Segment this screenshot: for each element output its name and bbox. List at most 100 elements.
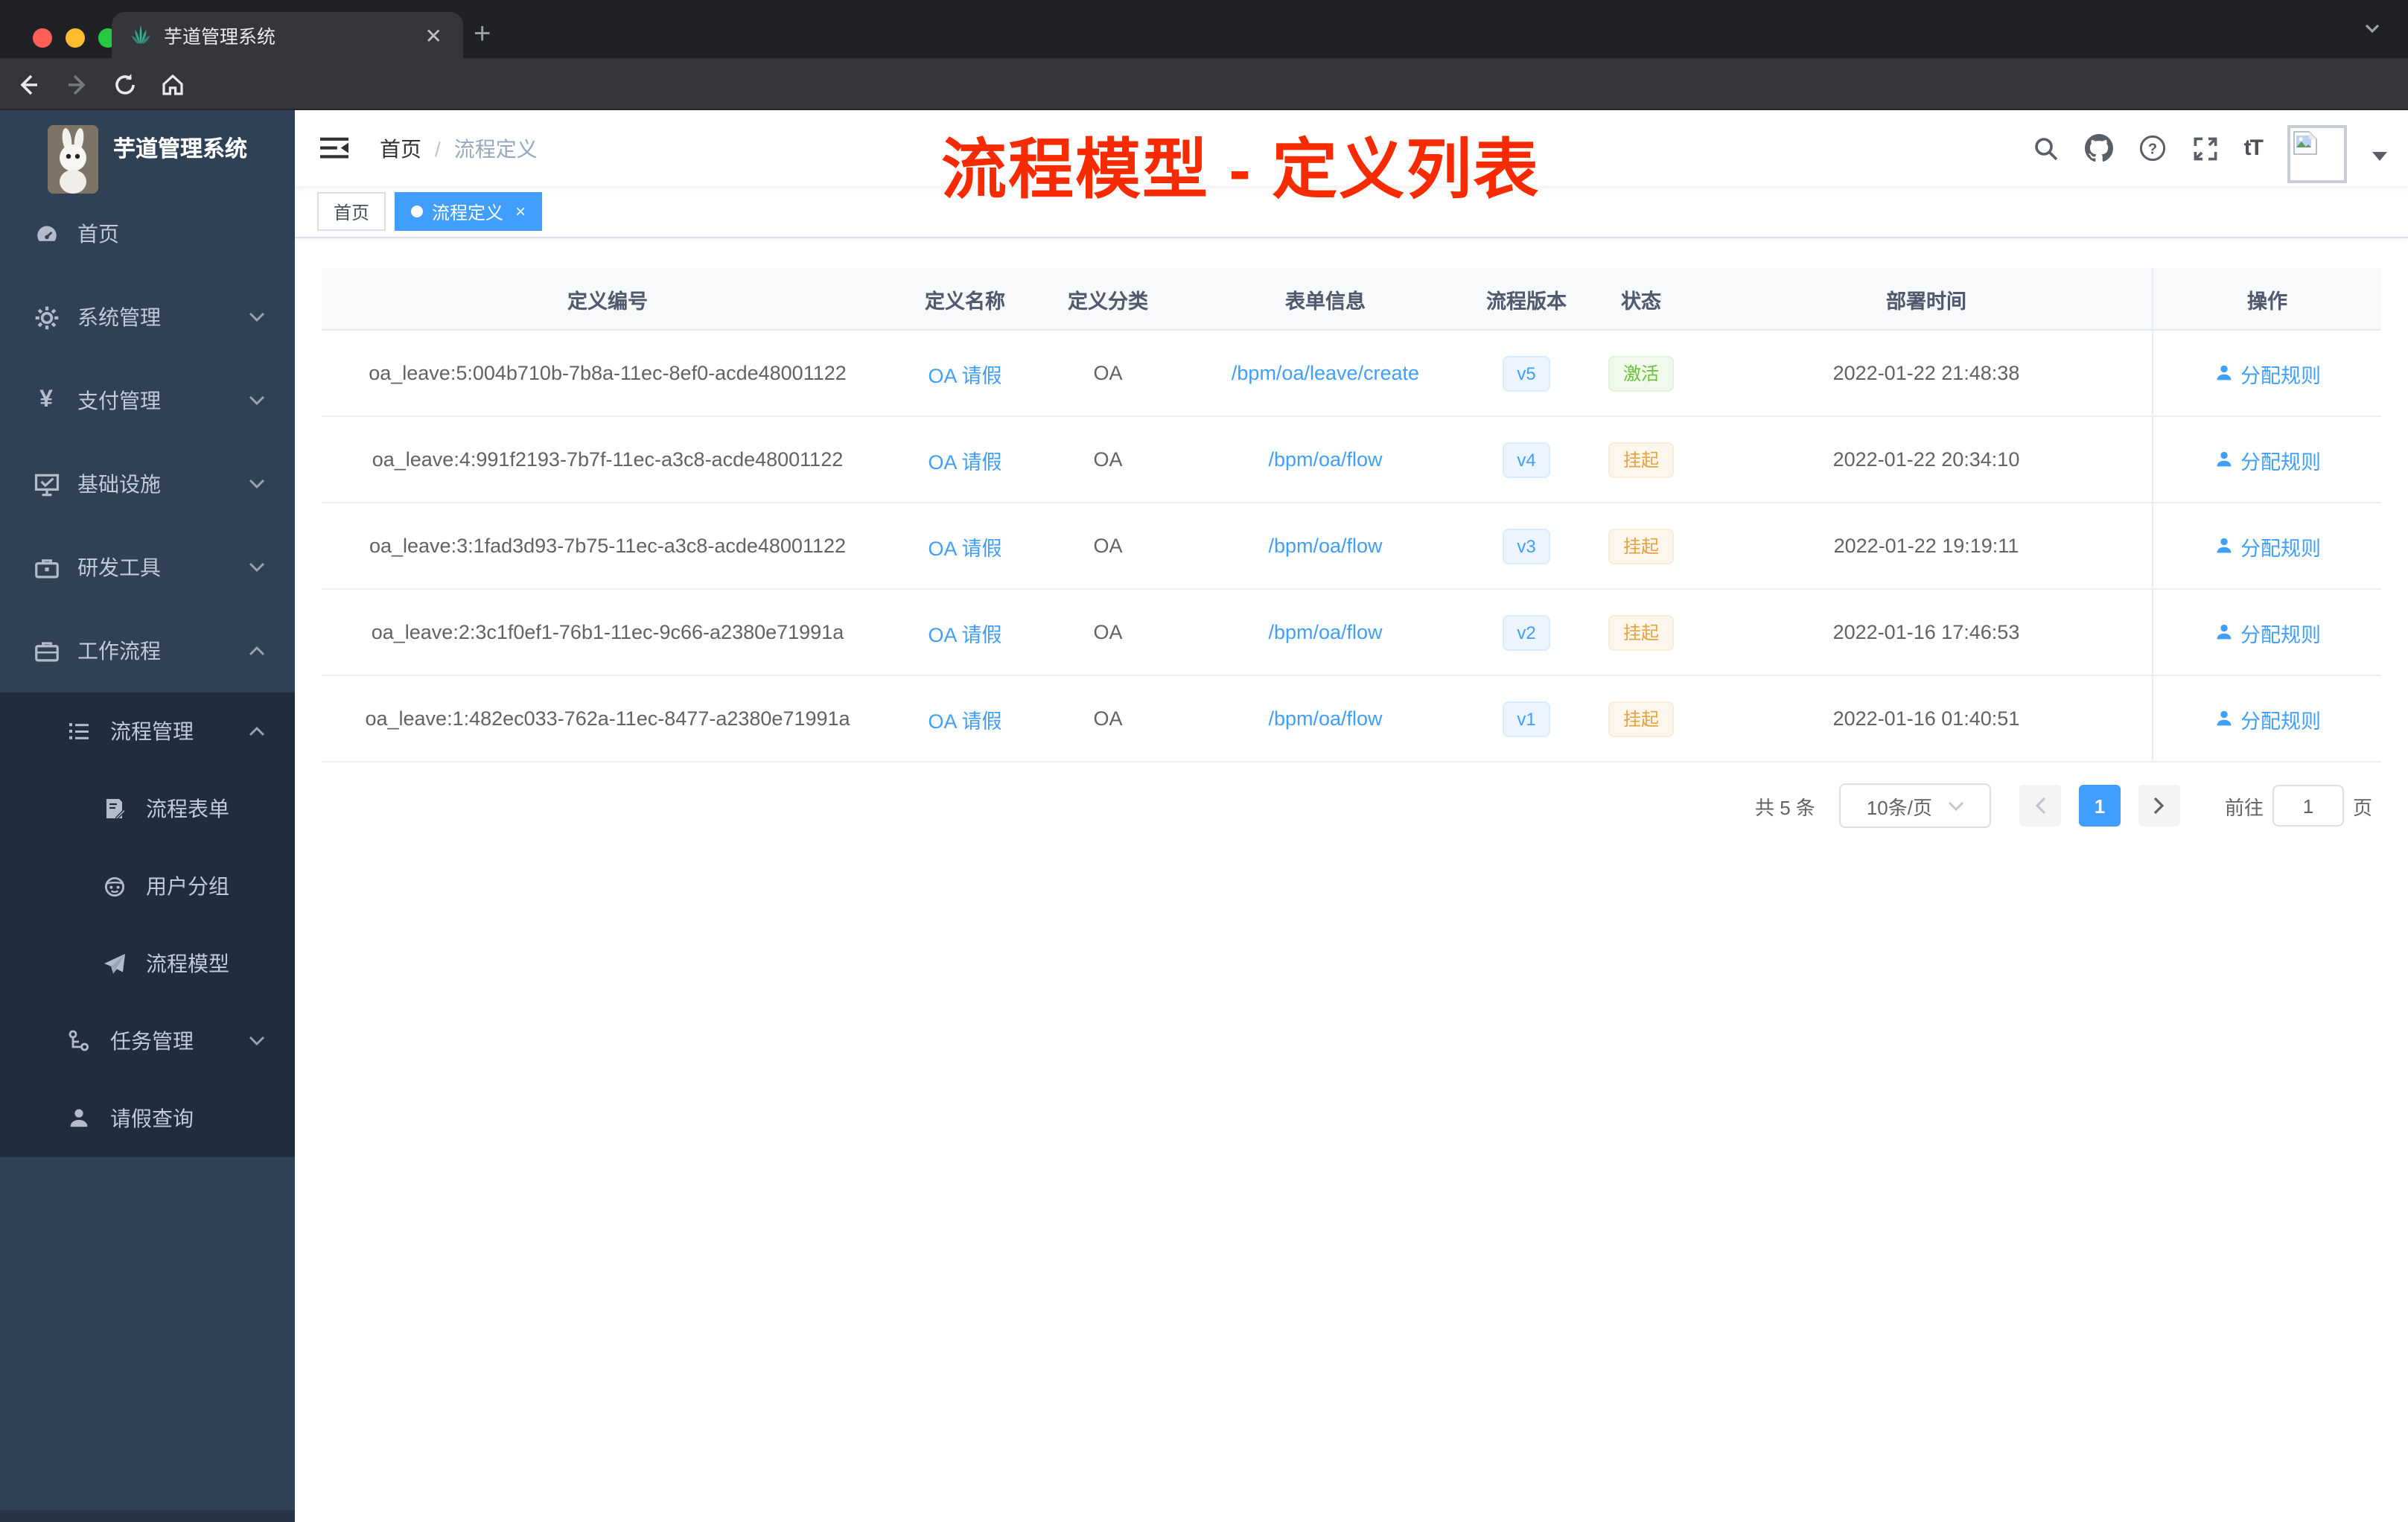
column-header: 流程版本 xyxy=(1486,290,1567,312)
breadcrumb-current: 流程定义 xyxy=(453,136,538,160)
logo-avatar xyxy=(48,124,98,193)
table-row[interactable]: oa_leave:2:3c1f0ef1-76b1-11ec-9c66-a2380… xyxy=(322,590,2381,676)
tag-home[interactable]: 首页 xyxy=(317,192,386,231)
forward-button[interactable] xyxy=(64,71,91,98)
home-button[interactable] xyxy=(159,71,186,98)
form-link[interactable]: /bpm/oa/flow xyxy=(1268,621,1382,643)
breadcrumb-home[interactable]: 首页 xyxy=(380,133,421,163)
table-body: oa_leave:5:004b710b-7b8a-11ec-8ef0-acde4… xyxy=(322,331,2381,762)
form-link[interactable]: /bpm/oa/flow xyxy=(1268,707,1382,730)
status-badge: 挂起 xyxy=(1608,614,1674,650)
sidebar-item-leave-query[interactable]: 请假查询 xyxy=(0,1080,295,1157)
sidebar-item-dev-tools[interactable]: 研发工具 xyxy=(0,526,295,609)
fullscreen-icon[interactable] xyxy=(2192,135,2219,162)
next-page-button[interactable] xyxy=(2138,785,2180,827)
goto-page-input[interactable] xyxy=(2272,785,2344,827)
font-size-icon[interactable]: tT xyxy=(2244,136,2264,161)
sidebar-item-workflow[interactable]: 工作流程 xyxy=(0,609,295,692)
sidebar-item-label: 基础设施 xyxy=(77,472,161,496)
definition-name-link[interactable]: OA 请假 xyxy=(928,537,1001,559)
form-link[interactable]: /bpm/oa/leave/create xyxy=(1232,362,1419,384)
tab-search-chevron-icon[interactable] xyxy=(2363,19,2381,37)
sidebar-item-label: 用户分组 xyxy=(146,874,229,898)
chevron-down-icon xyxy=(249,1035,265,1047)
avatar[interactable] xyxy=(2287,124,2347,182)
hamburger-icon[interactable] xyxy=(320,136,348,161)
version-badge: v5 xyxy=(1502,355,1551,391)
sidebar-bottom-bar xyxy=(0,1510,295,1522)
sidebar-item-user-group[interactable]: 用户分组 xyxy=(0,847,295,925)
sidebar-menu: 首页 系统管理 ¥ 支付管理 基础设施 研发工具 工作流程 流程管理 流程表单 … xyxy=(0,192,295,1157)
tab-close-icon[interactable]: ✕ xyxy=(422,22,445,48)
help-icon[interactable]: ? xyxy=(2138,134,2167,162)
briefcase-icon xyxy=(33,638,60,663)
screen: 芋道管理系统 ✕ + 不安全 dashboard.yudao.iocoder.c… xyxy=(0,0,2408,1522)
sidebar-logo[interactable]: 芋道管理系统 xyxy=(0,110,295,193)
version-badge: v4 xyxy=(1502,442,1551,477)
reload-button[interactable] xyxy=(112,71,138,98)
definition-table: 定义编号 定义名称 定义分类 表单信息 流程版本 状态 部署时间 操作 oa_l… xyxy=(322,268,2381,762)
definition-category-cell: OA xyxy=(1093,707,1123,730)
avatar-caret-icon[interactable] xyxy=(2372,151,2387,160)
current-page-button[interactable]: 1 xyxy=(2078,785,2121,827)
close-window-button[interactable] xyxy=(33,28,52,48)
table-row[interactable]: oa_leave:3:1fad3d93-7b75-11ec-a3c8-acde4… xyxy=(322,503,2381,590)
definition-name-link[interactable]: OA 请假 xyxy=(928,710,1001,732)
definition-name-link[interactable]: OA 请假 xyxy=(928,623,1001,646)
definition-name-link[interactable]: OA 请假 xyxy=(928,364,1001,386)
assign-rule-link[interactable]: 分配规则 xyxy=(2214,358,2321,388)
sidebar-item-system[interactable]: 系统管理 xyxy=(0,276,295,359)
sidebar-item-label: 工作流程 xyxy=(77,639,161,663)
definition-name-cell: OA 请假 xyxy=(894,617,1036,647)
sidebar-item-process-management[interactable]: 流程管理 xyxy=(0,692,295,770)
search-icon[interactable] xyxy=(2033,135,2060,162)
chevron-down-icon xyxy=(249,561,265,573)
version-badge: v1 xyxy=(1502,701,1551,736)
page-unit-label: 页 xyxy=(2352,796,2372,818)
table-row[interactable]: oa_leave:4:991f2193-7b7f-11ec-a3c8-acde4… xyxy=(322,417,2381,503)
sidebar: 芋道管理系统 首页 系统管理 ¥ 支付管理 基础设施 研发工具 工作流程 流程管… xyxy=(0,110,295,1522)
form-info-cell: /bpm/oa/flow xyxy=(1179,448,1471,471)
form-link[interactable]: /bpm/oa/flow xyxy=(1268,535,1382,557)
select-chevron-icon xyxy=(1948,801,1963,810)
monitor-icon xyxy=(33,471,60,497)
assign-rule-link[interactable]: 分配规则 xyxy=(2214,617,2321,647)
sidebar-item-process-form[interactable]: 流程表单 xyxy=(0,770,295,847)
sidebar-item-home[interactable]: 首页 xyxy=(0,192,295,276)
table-header-row: 定义编号 定义名称 定义分类 表单信息 流程版本 状态 部署时间 操作 xyxy=(322,268,2381,331)
sidebar-item-process-model[interactable]: 流程模型 xyxy=(0,925,295,1002)
tag-process-definition[interactable]: 流程定义 × xyxy=(395,192,543,231)
table-row[interactable]: oa_leave:1:482ec033-762a-11ec-8477-a2380… xyxy=(322,676,2381,762)
window-controls[interactable] xyxy=(33,28,118,48)
back-button[interactable] xyxy=(15,71,42,98)
status-cell: 挂起 xyxy=(1582,701,1701,736)
sidebar-item-infrastructure[interactable]: 基础设施 xyxy=(0,442,295,526)
assign-rule-link[interactable]: 分配规则 xyxy=(2214,531,2321,561)
form-info-cell: /bpm/oa/leave/create xyxy=(1179,362,1471,384)
definition-name-link[interactable]: OA 请假 xyxy=(928,450,1001,473)
sidebar-item-payment[interactable]: ¥ 支付管理 xyxy=(0,359,295,442)
minimize-window-button[interactable] xyxy=(66,28,85,48)
assign-rule-link[interactable]: 分配规则 xyxy=(2214,704,2321,733)
version-cell: v1 xyxy=(1471,701,1582,736)
browser-tab[interactable]: 芋道管理系统 ✕ xyxy=(112,12,463,58)
page-size-select[interactable]: 10条/页 xyxy=(1838,783,1991,828)
table-row[interactable]: oa_leave:5:004b710b-7b8a-11ec-8ef0-acde4… xyxy=(322,331,2381,417)
deploy-time-cell: 2022-01-16 01:40:51 xyxy=(1832,707,2020,730)
sidebar-item-task-management[interactable]: 任务管理 xyxy=(0,1002,295,1080)
version-badge: v2 xyxy=(1502,614,1551,650)
user-icon xyxy=(66,1107,92,1130)
favicon-leaf-icon xyxy=(130,24,152,46)
new-tab-button[interactable]: + xyxy=(474,18,491,52)
tag-close-icon[interactable]: × xyxy=(515,201,526,222)
app-title: 芋道管理系统 xyxy=(113,137,248,162)
navbar: 首页 / 流程定义 ? tT xyxy=(295,110,2408,186)
assign-rule-link[interactable]: 分配规则 xyxy=(2214,445,2321,474)
prev-page-button[interactable] xyxy=(2019,785,2061,827)
chevron-up-icon xyxy=(249,725,265,737)
form-link[interactable]: /bpm/oa/flow xyxy=(1268,448,1382,471)
github-icon[interactable] xyxy=(2084,134,2113,162)
action-cell: 分配规则 xyxy=(2152,417,2381,502)
definition-id-cell: oa_leave:3:1fad3d93-7b75-11ec-a3c8-acde4… xyxy=(369,535,846,557)
list-icon xyxy=(66,719,92,743)
